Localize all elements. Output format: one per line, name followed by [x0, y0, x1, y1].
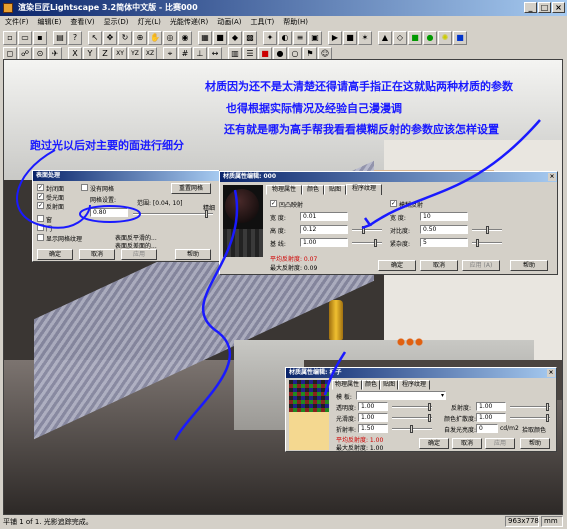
status-unit: mm	[541, 516, 563, 527]
status-text: 平铺 1 of 1. 光影追踪完成。	[3, 518, 93, 526]
annotation-arrow-cup	[323, 351, 347, 396]
annotation-loop-left	[16, 149, 91, 229]
annotation-arrowhead-top	[361, 217, 372, 230]
annotation-curve-left	[173, 189, 239, 441]
annotation-strokes	[16, 119, 541, 441]
annotation-circle-value	[79, 205, 141, 223]
status-bar: 平铺 1 of 1. 光影追踪完成。	[0, 515, 567, 529]
annotation-arrow-top	[369, 119, 541, 227]
status-dimensions: 963x778	[505, 516, 539, 527]
